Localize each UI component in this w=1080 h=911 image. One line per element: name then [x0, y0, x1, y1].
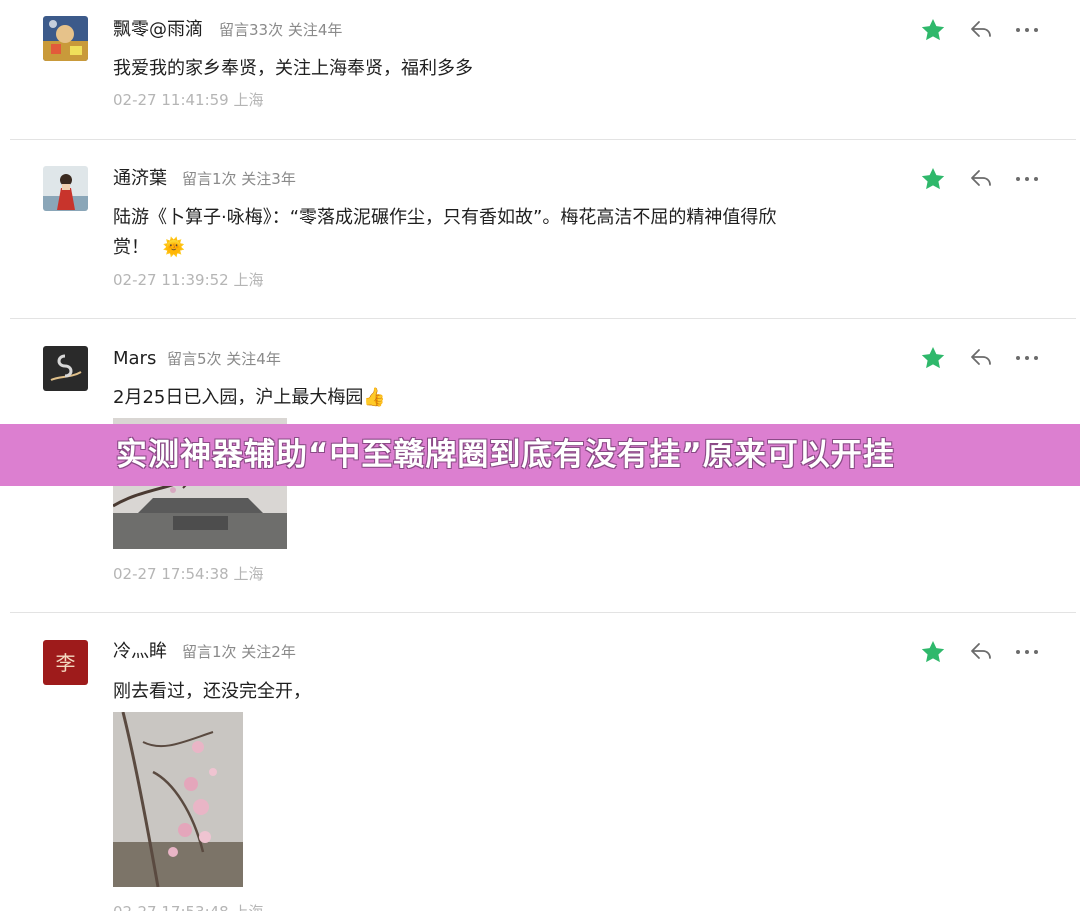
user-name[interactable]: 通济葉 [113, 168, 167, 190]
divider [10, 318, 1076, 319]
user-name[interactable]: Mars [113, 348, 156, 370]
comment-list: 飘零@雨滴 留言33次 关注4年 我爱我的家乡奉贤，关注上海奉贤，福利多多 02… [0, 0, 1080, 911]
avatar[interactable] [43, 16, 88, 61]
comment-text-end: 赏！ [113, 237, 149, 258]
comment-actions [920, 17, 1045, 43]
avatar[interactable]: 李 [43, 640, 88, 685]
comment-item: 飘零@雨滴 留言33次 关注4年 我爱我的家乡奉贤，关注上海奉贤，福利多多 02… [0, 0, 1080, 140]
comment-time: 02-27 11:41:59 上海 [113, 91, 264, 109]
comment-actions [920, 345, 1045, 371]
comment-actions [920, 166, 1045, 192]
avatar[interactable] [43, 166, 88, 211]
thumbs-up-emoji: 👍 [363, 387, 386, 408]
avatar-char: 李 [56, 651, 76, 675]
star-icon[interactable] [920, 639, 946, 665]
comment-photo[interactable] [113, 712, 243, 887]
reply-icon[interactable] [968, 346, 994, 370]
avatar[interactable] [43, 346, 88, 391]
user-meta: 留言33次 关注4年 [219, 21, 343, 39]
comment-text-line2: 赏！ 🌞 [113, 233, 185, 263]
comment-actions [920, 639, 1045, 665]
comment-text: 我爱我的家乡奉贤，关注上海奉贤，福利多多 [113, 58, 473, 79]
user-meta: 留言1次 关注3年 [182, 170, 296, 188]
more-icon[interactable] [1012, 17, 1042, 43]
comment-text: 2月25日已入园，沪上最大梅园 [113, 387, 364, 408]
overlay-banner: 实测神器辅助“中至赣牌圈到底有没有挂”原来可以开挂 [0, 424, 1080, 486]
reply-icon[interactable] [968, 18, 994, 42]
more-icon[interactable] [1012, 166, 1042, 192]
more-icon[interactable] [1012, 345, 1042, 371]
avatar-image [43, 346, 88, 391]
comment-time: 02-27 11:39:52 上海 [113, 271, 264, 289]
plum-blossom-photo [113, 712, 243, 887]
user-name[interactable]: 冷灬眸 [113, 641, 167, 663]
user-name[interactable]: 飘零@雨滴 [113, 19, 203, 41]
more-icon[interactable] [1012, 639, 1042, 665]
comment-time: 02-27 17:53:48 上海 [113, 902, 264, 911]
star-icon[interactable] [920, 17, 946, 43]
banner-text: 实测神器辅助“中至赣牌圈到底有没有挂”原来可以开挂 [116, 437, 895, 473]
reply-icon[interactable] [968, 167, 994, 191]
reply-icon[interactable] [968, 640, 994, 664]
comment-text-line: 2月25日已入园，沪上最大梅园👍 [113, 383, 386, 413]
avatar-image: 李 [43, 640, 88, 685]
comment-item: 通济葉 留言1次 关注3年 陆游《卜算子·咏梅》：“零落成泥碾作尘，只有香如故”… [0, 140, 1080, 320]
comment-time: 02-27 17:54:38 上海 [113, 565, 264, 583]
star-icon[interactable] [920, 345, 946, 371]
user-meta: 留言5次 关注4年 [167, 350, 281, 368]
user-meta: 留言1次 关注2年 [182, 643, 296, 661]
comment-text: 陆游《卜算子·咏梅》：“零落成泥碾作尘，只有香如故”。梅花高洁不屈的精神值得欣 [113, 207, 777, 228]
comment-item: 李 冷灬眸 留言1次 关注2年 刚去看过，还没完全开， 02-27 17:53: [0, 613, 1080, 911]
avatar-image [43, 166, 88, 211]
sun-emoji: 🌞 [162, 237, 186, 258]
avatar-image [43, 16, 88, 61]
comment-text: 刚去看过，还没完全开， [113, 681, 311, 702]
star-icon[interactable] [920, 166, 946, 192]
